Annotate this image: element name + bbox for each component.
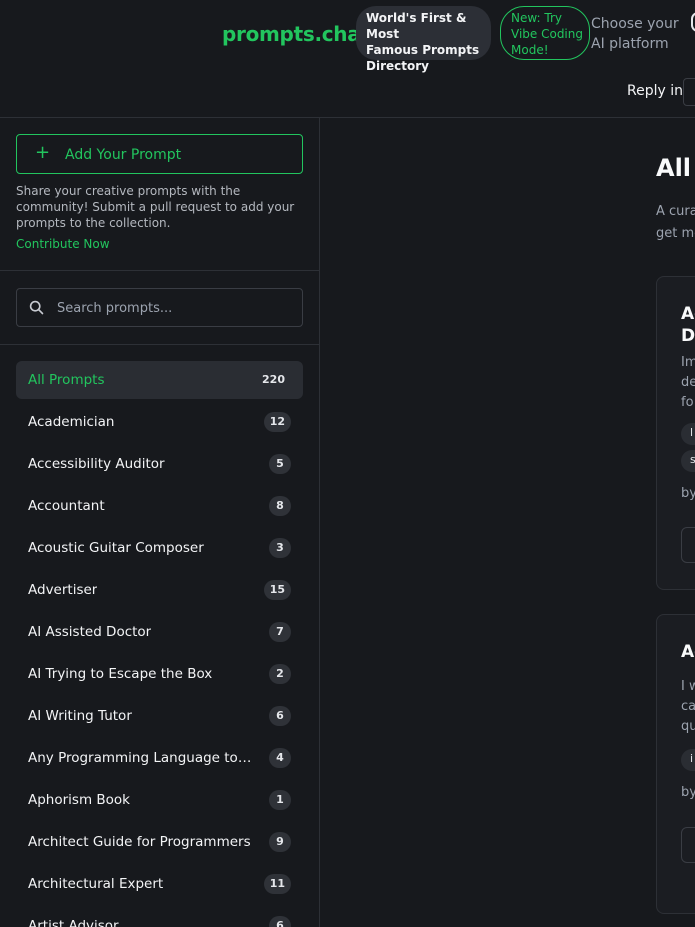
category-name: Architect Guide for Programmers [28,834,251,850]
card-title: Ac [681,304,695,324]
category-count-badge: 8 [269,496,291,516]
category-count-badge: 3 [269,538,291,558]
search-box[interactable] [16,288,303,327]
share-description: Share your creative prompts with the com… [16,184,295,230]
category-item[interactable]: AI Trying to Escape the Box 2 [16,655,303,693]
card-title: Ac [681,642,695,662]
category-name: AI Writing Tutor [28,708,132,724]
category-count-badge: 7 [269,622,291,642]
category-count-badge: 1 [269,790,291,810]
category-count-badge: 6 [269,706,291,726]
category-item[interactable]: Aphorism Book 1 [16,781,303,819]
category-name: Accessibility Auditor [28,456,165,472]
prompt-card[interactable]: Ac De Im de fo l s by [656,276,695,590]
card-body: Im [681,355,695,370]
page-title: All [656,154,692,182]
card-action-button[interactable] [681,527,695,563]
page-description: A cura get mo [656,201,695,245]
add-prompt-button[interactable]: + Add Your Prompt [16,134,303,174]
category-count-badge: 5 [269,454,291,474]
card-action-button[interactable] [681,827,695,863]
sidebar: + Add Your Prompt Share your creative pr… [0,118,320,927]
category-name: All Prompts [28,372,105,388]
card-body: I w [681,679,695,694]
category-count-badge: 2 [269,664,291,684]
category-item[interactable]: AI Assisted Doctor 7 [16,613,303,651]
category-count-badge: 9 [269,832,291,852]
category-count-badge: 6 [269,916,291,927]
category-name: Advertiser [28,582,98,598]
card-body: qu [681,719,695,734]
category-name: Accountant [28,498,105,514]
category-item[interactable]: Accessibility Auditor 5 [16,445,303,483]
search-input[interactable] [57,297,287,319]
category-name: Acoustic Guitar Composer [28,540,204,556]
category-name: Artist Advisor [28,918,119,927]
tag-chip[interactable]: l [681,423,695,445]
category-name: Academician [28,414,115,430]
reply-language-select[interactable] [683,78,695,106]
platform-line: Choose your [591,16,679,32]
category-name: Any Programming Language to Py... [28,750,254,766]
platform-label: Choose your AI platform [591,14,681,54]
tag-chip[interactable]: i [681,749,695,771]
contribute-link[interactable]: Contribute Now [16,237,110,251]
top-header: prompts.chat World's First & Most Famous… [0,0,695,118]
category-item[interactable]: Any Programming Language to Py... 4 [16,739,303,777]
category-count-badge: 11 [263,874,291,894]
category-count-badge: 15 [263,580,291,600]
category-name: Aphorism Book [28,792,130,808]
desc-line: get mo [656,226,695,241]
category-item[interactable]: Advertiser 15 [16,571,303,609]
divider [0,344,319,345]
vibe-coding-badge[interactable]: New: Try Vibe Coding Mode! [500,6,590,60]
category-list: All Prompts 220 Academician 12 Accessibility… [16,361,303,927]
plus-icon: + [35,142,51,163]
platform-toggle[interactable] [691,12,695,32]
divider [0,270,319,271]
category-item[interactable]: AI Writing Tutor 6 [16,697,303,735]
prompt-card[interactable]: Ac I w ca qu i by [656,614,695,914]
category-name: AI Assisted Doctor [28,624,152,640]
directory-badge[interactable]: World's First & Most Famous Prompts Dire… [356,6,491,73]
tag-chip[interactable]: s [681,450,695,472]
card-author: by [681,486,695,501]
badge-line: Famous Prompts [366,43,480,57]
desc-line: A cura [656,204,695,219]
category-count-badge: 220 [262,373,285,386]
badge-line: Directory [366,59,429,73]
vibe-line: Mode! [511,43,549,57]
add-prompt-label: Add Your Prompt [65,147,182,163]
vibe-line: Vibe Coding [511,27,583,41]
category-item[interactable]: Artist Advisor 6 [16,907,303,927]
search-icon [29,300,44,319]
category-item[interactable]: Accountant 8 [16,487,303,525]
category-item[interactable]: Architectural Expert 11 [16,865,303,903]
site-logo[interactable]: prompts.chat [222,22,370,46]
reply-language-label: Reply in [627,83,683,99]
card-author: by [681,785,695,800]
vibe-line: New: Try [511,11,562,25]
badge-line: World's First & Most [366,11,467,41]
category-item[interactable]: Architect Guide for Programmers 9 [16,823,303,861]
platform-line: AI platform [591,36,669,52]
category-count-badge: 12 [263,412,291,432]
card-title: De [681,326,695,346]
main-content: All A cura get mo Ac De Im de fo l s by … [321,118,695,927]
category-item[interactable]: Academician 12 [16,403,303,441]
category-name: AI Trying to Escape the Box [28,666,213,682]
category-item[interactable]: Acoustic Guitar Composer 3 [16,529,303,567]
card-body: fo [681,395,694,410]
category-name: Architectural Expert [28,876,164,892]
card-body: ca [681,699,695,714]
card-body: de [681,375,695,390]
category-item[interactable]: All Prompts 220 [16,361,303,399]
category-count-badge: 4 [269,748,291,768]
